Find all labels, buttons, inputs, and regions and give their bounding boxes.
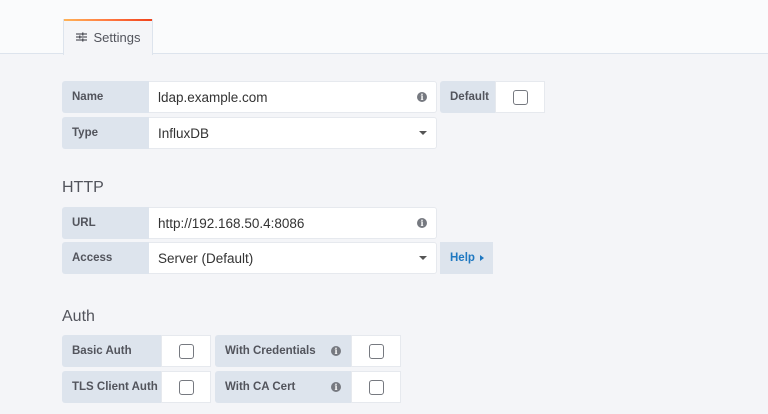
default-label: Default — [440, 81, 495, 113]
access-row: Access Server (Default) Help — [62, 242, 493, 274]
with-credentials-checkbox[interactable] — [368, 343, 384, 359]
with-ca-cert-text: With CA Cert — [225, 381, 296, 393]
access-label: Access — [62, 242, 149, 274]
tab-settings[interactable]: Settings — [63, 19, 153, 55]
tls-client-auth-label: TLS Client Auth — [62, 371, 161, 403]
name-input[interactable]: ldap.example.com i — [149, 81, 437, 113]
basic-auth-row: Basic Auth — [62, 335, 211, 367]
basic-auth-label: Basic Auth — [62, 335, 161, 367]
type-select[interactable]: InfluxDB — [149, 117, 437, 149]
tls-client-auth-row: TLS Client Auth — [62, 371, 211, 403]
url-value: http://192.168.50.4:8086 — [158, 215, 305, 231]
info-icon[interactable]: i — [331, 346, 341, 356]
sliders-icon — [75, 32, 87, 42]
url-input[interactable]: http://192.168.50.4:8086 i — [149, 207, 437, 239]
url-label: URL — [62, 207, 149, 239]
tls-client-auth-checkbox[interactable] — [178, 379, 194, 395]
default-row: Default — [440, 81, 545, 113]
chevron-down-icon — [419, 131, 427, 135]
caret-right-icon — [479, 255, 484, 261]
info-icon[interactable]: i — [331, 382, 341, 392]
type-value: InfluxDB — [158, 125, 210, 141]
name-value: ldap.example.com — [158, 89, 268, 105]
type-label: Type — [62, 117, 149, 149]
url-row: URL http://192.168.50.4:8086 i — [62, 207, 437, 239]
type-row: Type InfluxDB — [62, 117, 437, 149]
tab-bar: Settings — [0, 0, 768, 55]
with-ca-cert-checkbox[interactable] — [368, 379, 384, 395]
access-select[interactable]: Server (Default) — [149, 242, 437, 274]
with-credentials-row: With Credentials i — [215, 335, 401, 367]
default-checkbox[interactable] — [512, 89, 528, 105]
auth-heading: Auth — [62, 308, 95, 325]
info-icon[interactable]: i — [417, 218, 427, 228]
help-label: Help — [450, 252, 475, 264]
name-row: Name ldap.example.com i — [62, 81, 437, 113]
with-credentials-text: With Credentials — [225, 345, 316, 357]
with-credentials-label: With Credentials i — [215, 335, 351, 367]
with-ca-cert-row: With CA Cert i — [215, 371, 401, 403]
access-value: Server (Default) — [158, 250, 254, 266]
tab-label: Settings — [93, 29, 141, 45]
help-button[interactable]: Help — [440, 242, 493, 274]
http-heading: HTTP — [62, 179, 104, 196]
basic-auth-checkbox[interactable] — [178, 343, 194, 359]
info-icon[interactable]: i — [417, 92, 427, 102]
with-ca-cert-label: With CA Cert i — [215, 371, 351, 403]
chevron-down-icon — [419, 256, 427, 260]
name-label: Name — [62, 81, 149, 113]
